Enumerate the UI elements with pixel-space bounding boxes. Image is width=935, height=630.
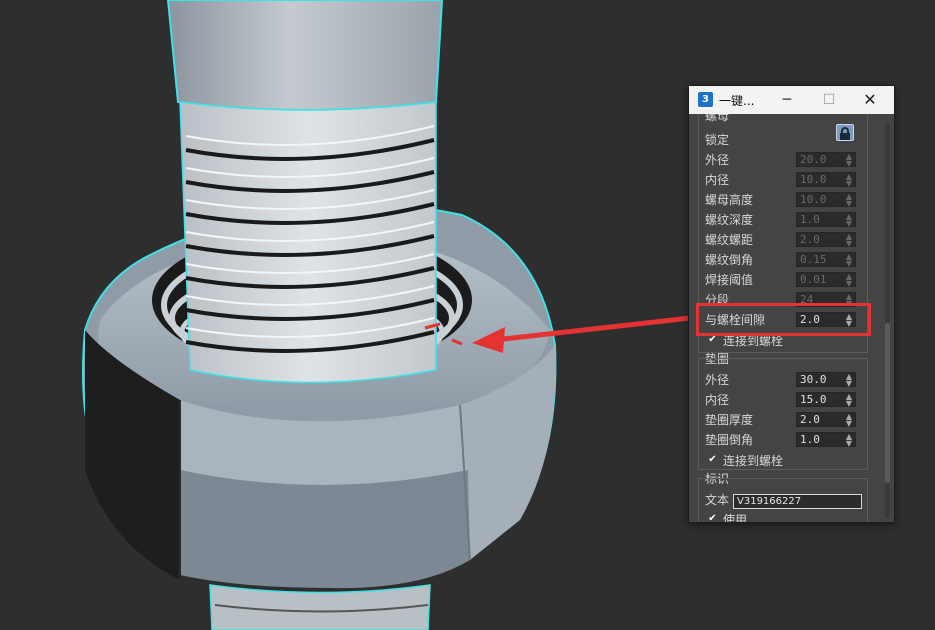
spinner-arrows-icon[interactable]: ▲ ▼ — [846, 273, 852, 288]
nut-height-spinner[interactable]: 10.0 ▲ ▼ — [796, 192, 856, 208]
spinner-arrows-icon[interactable]: ▲ ▼ — [846, 393, 852, 408]
washer-chamfer-label: 垫圈倒角 — [705, 433, 754, 447]
lock-button[interactable] — [836, 124, 854, 141]
thread-chamfer-spinner[interactable]: 0.15 ▲ ▼ — [796, 252, 856, 268]
washer-chamfer-spinner[interactable]: 1.0 ▲ ▼ — [796, 432, 856, 448]
washer-inner-dia-spinner[interactable]: 15.0 ▲ ▼ — [796, 392, 856, 408]
washer-inner-dia-label: 内径 — [705, 393, 730, 407]
lock-label: 锁定 — [705, 133, 730, 147]
nut-outer-dia-spinner[interactable]: 20.0 ▲ ▼ — [796, 152, 856, 168]
thread-pitch-spinner[interactable]: 2.0 ▲ ▼ — [796, 232, 856, 248]
spinner-arrows-icon[interactable]: ▲ ▼ — [846, 433, 852, 448]
washer-outer-dia-spinner[interactable]: 30.0 ▲ ▼ — [796, 372, 856, 388]
thread-depth-label: 螺纹深度 — [705, 213, 754, 227]
nut-hex-face-front — [180, 470, 470, 589]
thread-pitch-label: 螺纹螺距 — [705, 233, 754, 247]
spinner-arrows-icon[interactable]: ▲ ▼ — [846, 173, 852, 188]
text-input[interactable]: V319166227 — [733, 494, 862, 509]
thread-depth-spinner[interactable]: 1.0 ▲ ▼ — [796, 212, 856, 228]
washer-connect-label: 连接到螺栓 — [723, 454, 784, 468]
nut-inner-dia-label: 内径 — [705, 173, 730, 187]
scroll-thumb[interactable] — [885, 323, 890, 483]
spinner-arrows-icon[interactable]: ▲ ▼ — [846, 373, 852, 388]
nut-group-header: 螺母 — [705, 114, 730, 123]
text-label: 文本 — [705, 493, 730, 507]
weld-threshold-spinner[interactable]: 0.01 ▲ ▼ — [796, 272, 856, 288]
window-title: 一键... — [719, 94, 755, 108]
checkmark-icon[interactable]: ✔ — [707, 454, 718, 465]
app-icon: 3 — [698, 92, 713, 107]
washer-outer-dia-label: 外径 — [705, 373, 730, 387]
title-bar[interactable]: 3 一键... ─ ☐ ✕ — [689, 86, 894, 114]
checkmark-icon[interactable]: ✔ — [707, 513, 718, 522]
spinner-arrows-icon[interactable]: ▲ ▼ — [846, 193, 852, 208]
spinner-arrows-icon[interactable]: ▲ ▼ — [846, 253, 852, 268]
scrollbar[interactable] — [885, 123, 890, 518]
highlight-box — [696, 303, 871, 336]
nut-outer-dia-label: 外径 — [705, 153, 730, 167]
spinner-arrows-icon[interactable]: ▲ ▼ — [846, 413, 852, 428]
maximize-button[interactable]: ☐ — [815, 86, 843, 114]
use-label: 使用 — [723, 513, 748, 523]
bolt-shaft — [166, 0, 444, 111]
close-button[interactable]: ✕ — [856, 86, 884, 114]
nut-height-label: 螺母高度 — [705, 193, 754, 207]
nut-inner-dia-spinner[interactable]: 10.0 ▲ ▼ — [796, 172, 856, 188]
thread-chamfer-label: 螺纹倒角 — [705, 253, 754, 267]
minimize-button[interactable]: ─ — [773, 86, 801, 114]
washer-thickness-spinner[interactable]: 2.0 ▲ ▼ — [796, 412, 856, 428]
weld-threshold-label: 焊接阈值 — [705, 273, 754, 287]
washer-thickness-label: 垫圈厚度 — [705, 413, 754, 427]
spinner-arrows-icon[interactable]: ▲ ▼ — [846, 213, 852, 228]
spinner-arrows-icon[interactable]: ▲ ▼ — [846, 153, 852, 168]
spinner-arrows-icon[interactable]: ▲ ▼ — [846, 233, 852, 248]
